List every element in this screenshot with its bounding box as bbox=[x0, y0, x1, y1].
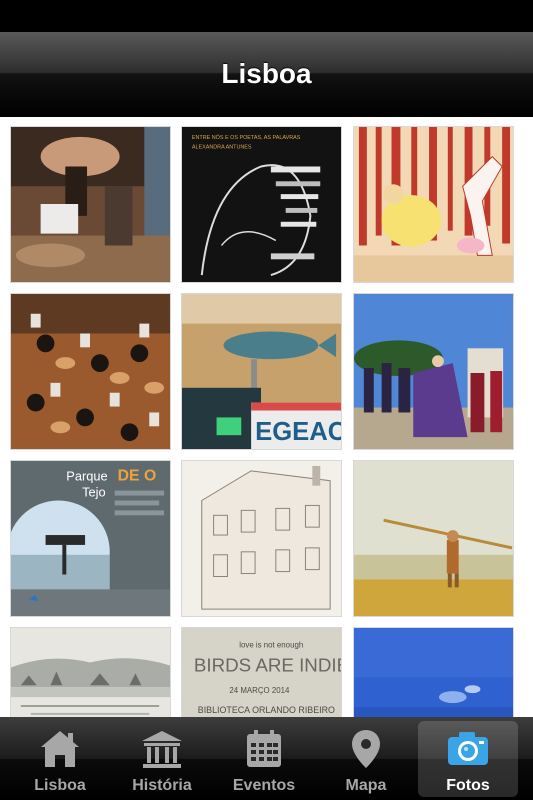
photo-thumbnail-exhibition-fish[interactable]: EGEAC bbox=[181, 293, 342, 450]
photo-thumbnail-engraving-lisbon[interactable] bbox=[10, 627, 171, 717]
status-bar bbox=[0, 0, 533, 32]
tab-lisboa[interactable]: Lisboa bbox=[10, 721, 110, 797]
parque-subtitle: Tejo bbox=[82, 485, 106, 500]
photo-thumbnail-birds-are-indie[interactable]: love is not enough BIRDS ARE INDIE 24 MA… bbox=[181, 627, 342, 717]
photo-thumbnail-performance[interactable] bbox=[10, 126, 171, 283]
poster-tagline: love is not enough bbox=[239, 641, 303, 650]
exhibition-sign-text: EGEAC bbox=[255, 418, 341, 446]
photo-thumbnail-poster-poetas[interactable]: ENTRE NÓS E OS POETAS, AS PALAVRAS ALEXA… bbox=[181, 126, 342, 283]
photo-thumbnail-blue-abstract[interactable] bbox=[353, 627, 514, 717]
tab-bar: Lisboa História Eventos Mapa Fotos bbox=[0, 717, 533, 800]
tab-mapa[interactable]: Mapa bbox=[316, 721, 416, 797]
photo-thumbnail-illustration-sheep[interactable] bbox=[353, 126, 514, 283]
museum-icon bbox=[142, 731, 182, 768]
photo-thumbnail-parque-tejo[interactable]: Parque Tejo DE O bbox=[10, 460, 171, 617]
home-icon bbox=[41, 731, 79, 767]
tab-label: Eventos bbox=[232, 777, 296, 794]
parque-title: Parque bbox=[66, 469, 107, 484]
tab-label: Lisboa bbox=[34, 777, 86, 794]
camera-icon bbox=[448, 732, 488, 765]
poster-headline: BIRDS ARE INDIE bbox=[194, 654, 341, 675]
photo-thumbnail-medieval-parade[interactable] bbox=[353, 293, 514, 450]
photo-thumbnail-orchestra[interactable] bbox=[10, 293, 171, 450]
navigation-bar: Lisboa bbox=[0, 32, 533, 117]
page-title: Lisboa bbox=[221, 58, 312, 89]
tab-label: História bbox=[132, 777, 192, 794]
tab-label: Fotos bbox=[446, 777, 490, 794]
photo-grid: ENTRE NÓS E OS POETAS, AS PALAVRAS ALEXA… bbox=[0, 117, 533, 717]
tab-label: Mapa bbox=[345, 777, 387, 794]
photo-thumbnail-painting-fisherman[interactable] bbox=[353, 460, 514, 617]
poster-line-2: ALEXANDRA ANTUNES bbox=[192, 145, 252, 151]
calendar-icon bbox=[247, 730, 281, 767]
parque-headline: DE O bbox=[118, 468, 157, 485]
tab-historia[interactable]: História bbox=[112, 721, 212, 797]
poster-venue: BIBLIOTECA ORLANDO RIBEIRO bbox=[198, 705, 335, 715]
poster-date: 24 MARÇO 2014 bbox=[229, 686, 290, 695]
tab-fotos[interactable]: Fotos bbox=[418, 721, 518, 797]
poster-line-1: ENTRE NÓS E OS POETAS, AS PALAVRAS bbox=[192, 134, 301, 141]
tab-eventos[interactable]: Eventos bbox=[214, 721, 314, 797]
photo-thumbnail-sketch-building[interactable] bbox=[181, 460, 342, 617]
map-pin-icon bbox=[352, 730, 380, 768]
